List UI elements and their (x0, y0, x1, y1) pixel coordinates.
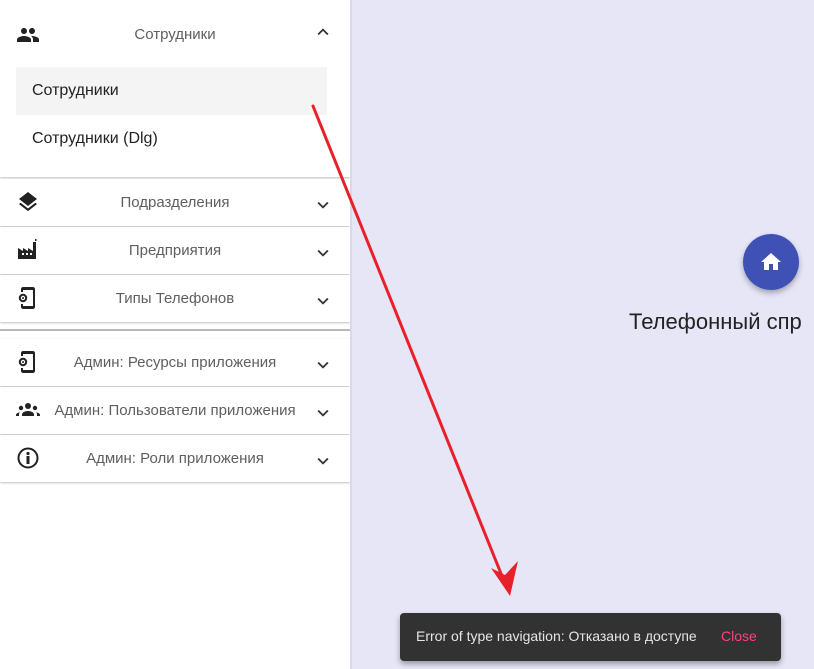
annotation-arrow (311, 104, 518, 596)
